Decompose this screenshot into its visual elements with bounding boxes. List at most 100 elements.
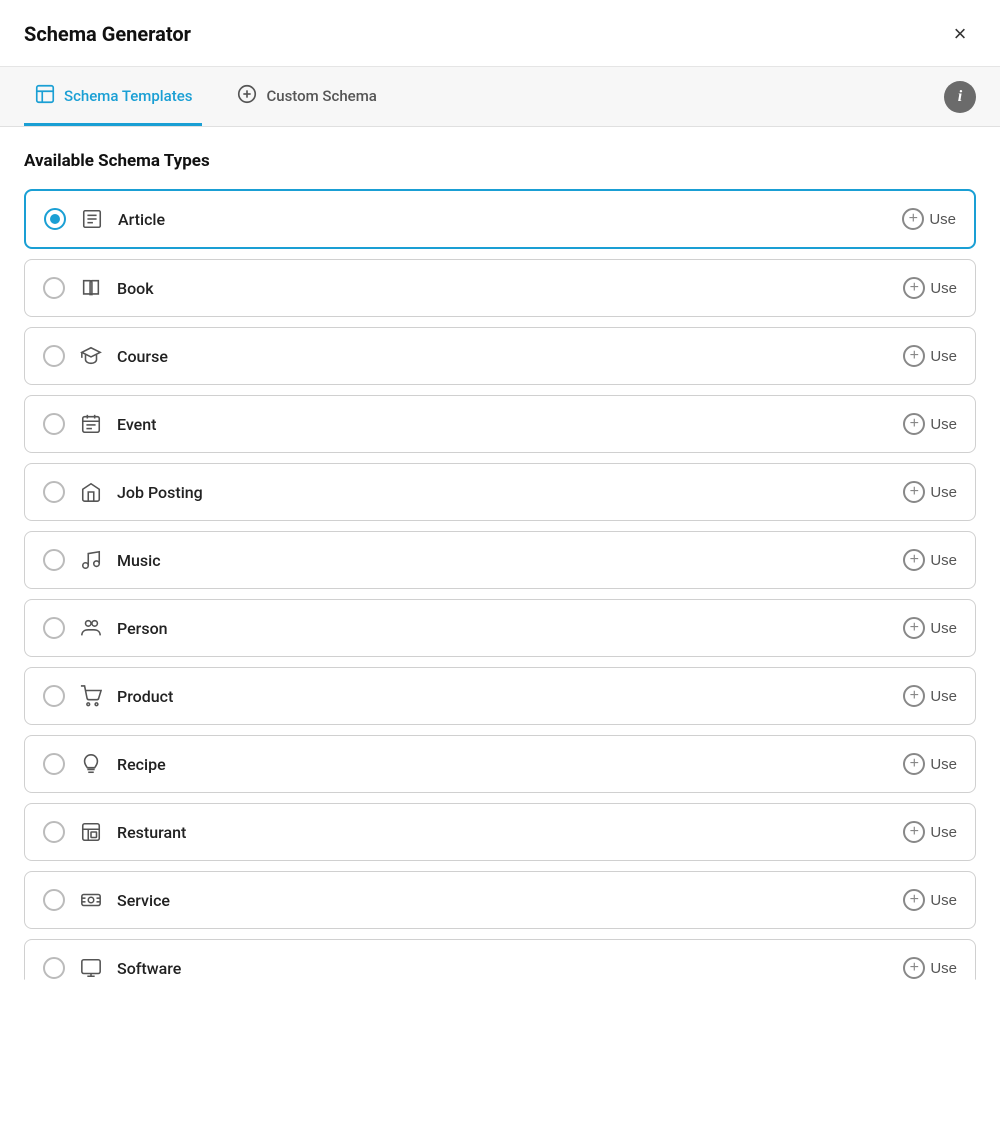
radio-dot-article [50,214,60,224]
schema-generator-modal: Schema Generator × Schema Templates [0,0,1000,1147]
use-person-button[interactable]: + Use [903,617,957,639]
event-label: Event [117,415,903,434]
use-restaurant-label: Use [930,824,957,841]
plus-circle-recipe: + [903,753,925,775]
course-icon [77,342,105,370]
person-label: Person [117,619,903,638]
schema-item-product[interactable]: Product + Use [24,667,976,725]
plus-circle-event: + [903,413,925,435]
use-article-button[interactable]: + Use [902,208,956,230]
plus-circle-person: + [903,617,925,639]
radio-course[interactable] [43,345,65,367]
use-course-button[interactable]: + Use [903,345,957,367]
radio-article[interactable] [44,208,66,230]
plus-circle-product: + [903,685,925,707]
book-label: Book [117,279,903,298]
article-label: Article [118,210,902,229]
tab-custom-schema[interactable]: Custom Schema [226,67,386,126]
tab-custom-schema-label: Custom Schema [266,87,376,105]
schema-item-book[interactable]: Book + Use [24,259,976,317]
use-software-label: Use [930,960,957,977]
software-label: Software [117,959,903,978]
use-event-label: Use [930,416,957,433]
book-icon [77,274,105,302]
music-icon [77,546,105,574]
use-service-button[interactable]: + Use [903,889,957,911]
radio-event[interactable] [43,413,65,435]
schema-item-recipe[interactable]: Recipe + Use [24,735,976,793]
restaurant-label: Resturant [117,823,903,842]
radio-person[interactable] [43,617,65,639]
schema-item-service[interactable]: Service + Use [24,871,976,929]
plus-circle-service: + [903,889,925,911]
radio-restaurant[interactable] [43,821,65,843]
tab-schema-templates[interactable]: Schema Templates [24,67,202,126]
close-button[interactable]: × [944,18,976,50]
plus-circle-music: + [903,549,925,571]
music-label: Music [117,551,903,570]
job-icon [77,478,105,506]
software-icon [77,954,105,982]
schema-item-person[interactable]: Person + Use [24,599,976,657]
job-posting-label: Job Posting [117,483,903,502]
use-music-label: Use [930,552,957,569]
radio-book[interactable] [43,277,65,299]
service-label: Service [117,891,903,910]
tab-schema-templates-label: Schema Templates [64,87,192,105]
schema-list: Article + Use Book + Use [24,189,976,997]
product-label: Product [117,687,903,706]
use-music-button[interactable]: + Use [903,549,957,571]
radio-service[interactable] [43,889,65,911]
use-person-label: Use [930,620,957,637]
radio-product[interactable] [43,685,65,707]
event-icon [77,410,105,438]
schema-item-article[interactable]: Article + Use [24,189,976,249]
use-article-label: Use [929,211,956,228]
plus-circle-software: + [903,957,925,979]
template-icon [34,83,56,109]
schema-item-job-posting[interactable]: Job Posting + Use [24,463,976,521]
use-recipe-label: Use [930,756,957,773]
use-product-button[interactable]: + Use [903,685,957,707]
use-recipe-button[interactable]: + Use [903,753,957,775]
modal-header: Schema Generator × [0,0,1000,67]
radio-music[interactable] [43,549,65,571]
schema-item-event[interactable]: Event + Use [24,395,976,453]
content-area: Available Schema Types Article [0,127,1000,1147]
use-software-button[interactable]: + Use [903,957,957,979]
plus-circle-article: + [902,208,924,230]
plus-circle-job-posting: + [903,481,925,503]
info-button[interactable]: i [944,81,976,113]
recipe-label: Recipe [117,755,903,774]
use-course-label: Use [930,348,957,365]
plus-circle-course: + [903,345,925,367]
tabs-bar: Schema Templates Custom Schema i [0,67,1000,127]
use-service-label: Use [930,892,957,909]
use-product-label: Use [930,688,957,705]
use-job-posting-label: Use [930,484,957,501]
schema-item-course[interactable]: Course + Use [24,327,976,385]
product-icon [77,682,105,710]
radio-job-posting[interactable] [43,481,65,503]
use-book-button[interactable]: + Use [903,277,957,299]
use-job-posting-button[interactable]: + Use [903,481,957,503]
service-icon [77,886,105,914]
restaurant-icon [77,818,105,846]
use-event-button[interactable]: + Use [903,413,957,435]
use-restaurant-button[interactable]: + Use [903,821,957,843]
plus-circle-book: + [903,277,925,299]
schema-item-software[interactable]: Software + Use [24,939,976,997]
radio-recipe[interactable] [43,753,65,775]
plus-circle-icon [236,83,258,109]
person-icon [77,614,105,642]
schema-item-restaurant[interactable]: Resturant + Use [24,803,976,861]
use-book-label: Use [930,280,957,297]
schema-item-music[interactable]: Music + Use [24,531,976,589]
section-title: Available Schema Types [24,151,976,171]
recipe-icon [77,750,105,778]
radio-software[interactable] [43,957,65,979]
modal-title: Schema Generator [24,22,191,46]
plus-circle-restaurant: + [903,821,925,843]
course-label: Course [117,347,903,366]
article-icon [78,205,106,233]
